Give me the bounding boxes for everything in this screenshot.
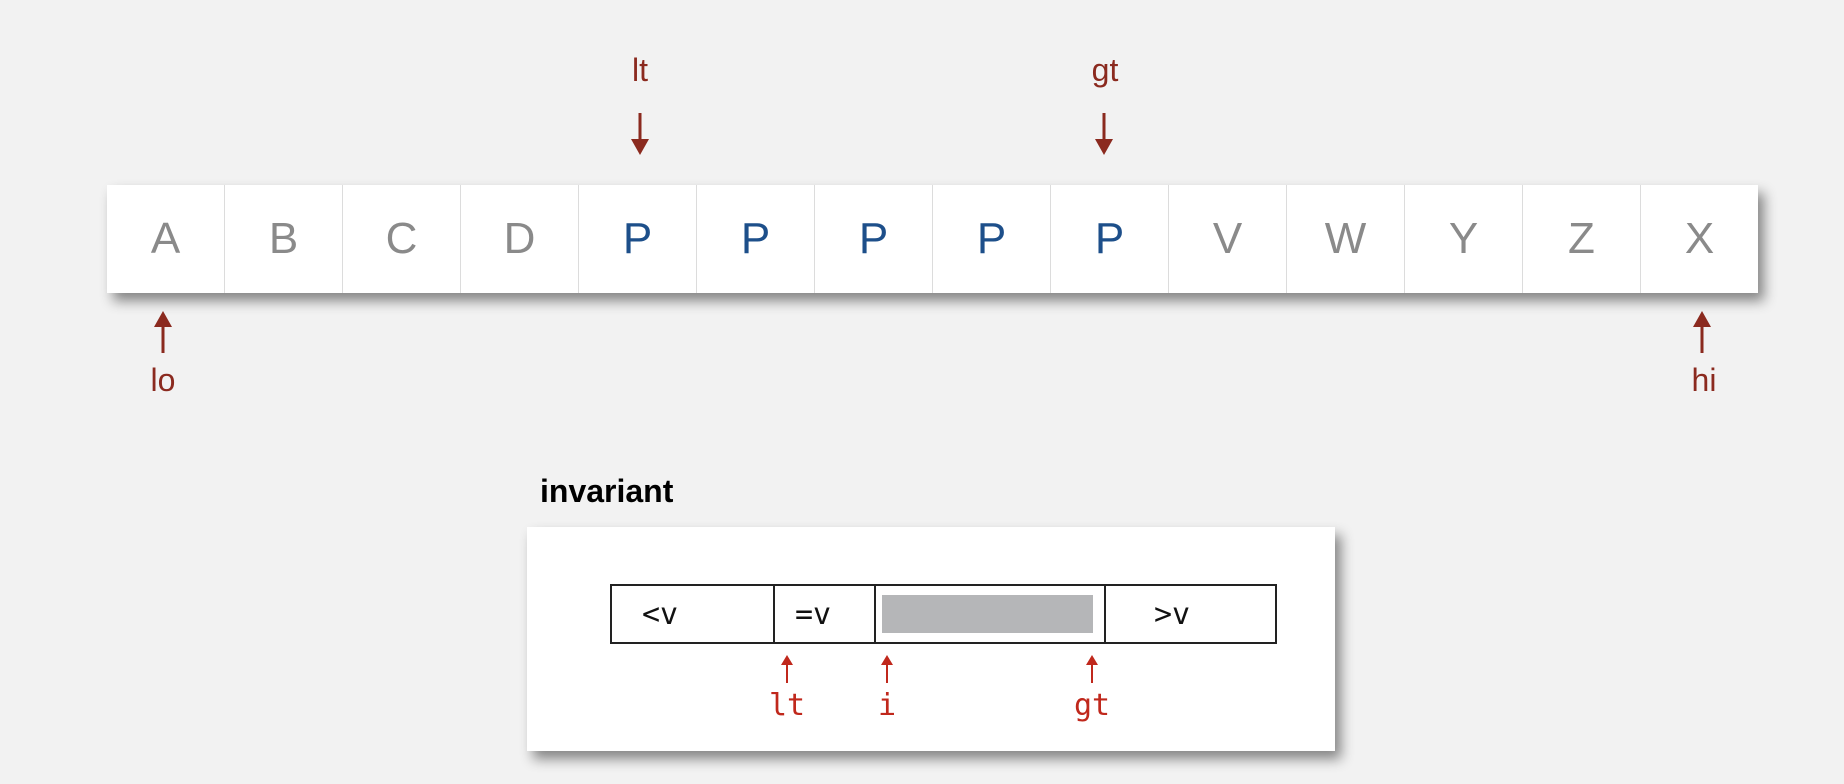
array-cell: V <box>1169 185 1287 293</box>
invariant-bar: <v =v >v <box>610 584 1277 644</box>
less-segment-label: <v <box>642 596 679 632</box>
inv-i-up-arrow-icon <box>881 655 893 683</box>
array-cell: A <box>107 185 225 293</box>
array-cell: P <box>933 185 1051 293</box>
inv-lt-label: lt <box>768 688 806 723</box>
array-cell: X <box>1684 214 1715 263</box>
less-segment: <v <box>612 586 775 642</box>
greater-segment-label: >v <box>1154 596 1191 632</box>
lo-up-arrow-icon <box>154 311 172 353</box>
array-cell: Z <box>1523 185 1641 293</box>
array: ABCDPPPPPVWYZX <box>107 185 1758 293</box>
array-cell: C <box>343 185 461 293</box>
inv-lt-up-arrow-icon <box>781 655 793 683</box>
array-cell: P <box>815 185 933 293</box>
greater-segment: >v <box>1106 586 1275 642</box>
array-cell: B <box>225 185 343 293</box>
hi-pointer-label: hi <box>1691 362 1717 398</box>
lo-pointer-label: lo <box>150 362 176 398</box>
array-cell: P <box>697 185 815 293</box>
gt-down-arrow-icon <box>1095 113 1113 155</box>
lt-pointer-label: lt <box>632 52 648 88</box>
array-cell: P <box>1051 185 1169 293</box>
unknown-region-fill <box>882 595 1093 633</box>
inv-gt-up-arrow-icon <box>1086 655 1098 683</box>
lt-down-arrow-icon <box>631 113 649 155</box>
equal-segment: =v <box>775 586 876 642</box>
array-cell: P <box>579 185 697 293</box>
gt-pointer-label: gt <box>1091 52 1119 88</box>
array-cell: W <box>1287 185 1405 293</box>
array-cell: Y <box>1405 185 1523 293</box>
inv-gt-label: gt <box>1073 688 1111 723</box>
inv-i-label: i <box>877 688 897 723</box>
equal-segment-label: =v <box>795 596 832 632</box>
array-cell: D <box>461 185 579 293</box>
hi-up-arrow-icon <box>1693 311 1711 353</box>
invariant-title: invariant <box>540 473 674 509</box>
